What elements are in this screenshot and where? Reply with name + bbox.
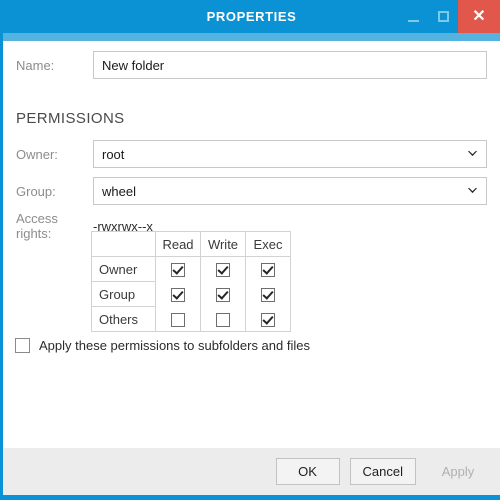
apply-recursive-checkbox[interactable]	[15, 338, 30, 353]
window-title: PROPERTIES	[206, 9, 297, 24]
checkbox-cell-group-read[interactable]	[155, 281, 201, 307]
checkbox-others-exec[interactable]	[261, 312, 275, 327]
permissions-table: Read Write Exec Owner Group Others	[91, 231, 291, 332]
apply-button: Apply	[426, 458, 490, 485]
name-input[interactable]	[93, 51, 487, 79]
dialog-footer: OK Cancel Apply	[3, 448, 500, 495]
ok-button[interactable]: OK	[275, 458, 340, 485]
checkbox-cell-owner-write[interactable]	[200, 256, 246, 282]
apply-recursive-row[interactable]: Apply these permissions to subfolders an…	[15, 338, 310, 353]
owner-select-value: root	[93, 140, 487, 168]
checkbox-cell-owner-exec[interactable]	[245, 256, 291, 282]
owner-select[interactable]: root	[93, 140, 487, 168]
group-select[interactable]: wheel	[93, 177, 487, 205]
checkbox-group-write[interactable]	[216, 287, 230, 302]
window-controls: ✕	[398, 0, 500, 33]
apply-recursive-label: Apply these permissions to subfolders an…	[39, 338, 310, 353]
table-row: Others	[91, 306, 291, 332]
title-bar: PROPERTIES ✕	[3, 0, 500, 33]
group-row: Group: wheel	[16, 177, 487, 205]
row-label-owner: Owner	[91, 256, 156, 282]
checkbox-cell-others-write[interactable]	[200, 306, 246, 332]
minimize-button[interactable]	[398, 0, 428, 33]
table-corner-cell	[91, 231, 156, 257]
checkbox-cell-others-read[interactable]	[155, 306, 201, 332]
permissions-section-title: PERMISSIONS	[16, 110, 125, 127]
maximize-icon	[437, 11, 449, 22]
owner-label: Owner:	[16, 146, 58, 162]
checkbox-owner-exec[interactable]	[261, 263, 275, 278]
column-header-read: Read	[155, 231, 201, 257]
checkbox-group-exec[interactable]	[261, 287, 275, 302]
properties-dialog: PROPERTIES ✕ Name: PERMISSIONS Owner:	[0, 0, 500, 500]
column-header-write: Write	[200, 231, 246, 257]
column-header-exec: Exec	[245, 231, 291, 257]
maximize-button[interactable]	[428, 0, 458, 33]
checkbox-owner-write[interactable]	[216, 263, 230, 278]
name-label: Name:	[16, 57, 55, 73]
close-icon: ✕	[472, 7, 486, 25]
accent-strip	[3, 33, 500, 41]
group-label: Group:	[16, 183, 56, 199]
table-row: Owner	[91, 256, 291, 282]
name-row: Name:	[16, 51, 487, 79]
table-header-row: Read Write Exec	[91, 231, 291, 257]
checkbox-others-read[interactable]	[171, 312, 185, 327]
owner-row: Owner: root	[16, 140, 487, 168]
checkbox-cell-group-write[interactable]	[200, 281, 246, 307]
cancel-button[interactable]: Cancel	[349, 458, 416, 485]
access-rights-label: Access rights:	[16, 211, 58, 241]
checkbox-cell-others-exec[interactable]	[245, 306, 291, 332]
checkbox-cell-group-exec[interactable]	[245, 281, 291, 307]
checkbox-owner-read[interactable]	[171, 263, 185, 278]
checkbox-cell-owner-read[interactable]	[155, 256, 201, 282]
row-label-others: Others	[91, 306, 156, 332]
close-button[interactable]: ✕	[458, 0, 500, 33]
row-label-group: Group	[91, 281, 156, 307]
dialog-content: Name: PERMISSIONS Owner: root Group: whe…	[3, 41, 500, 448]
group-select-value: wheel	[93, 177, 487, 205]
table-row: Group	[91, 281, 291, 307]
checkbox-group-read[interactable]	[171, 287, 185, 302]
minimize-icon	[407, 19, 419, 22]
checkbox-others-write[interactable]	[216, 312, 230, 327]
